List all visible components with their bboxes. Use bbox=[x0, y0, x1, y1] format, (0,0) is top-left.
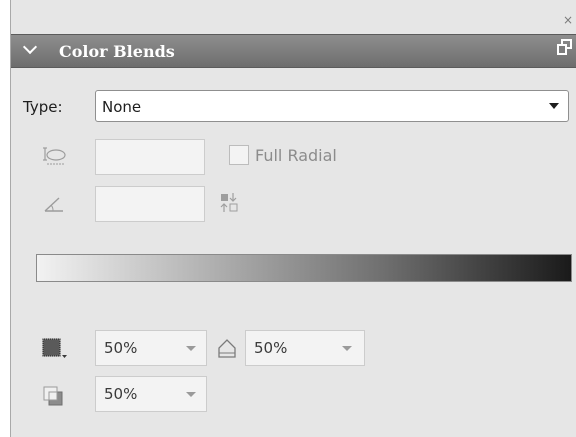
radial-size-icon bbox=[43, 147, 66, 165]
panel-title: Color Blends bbox=[59, 42, 175, 61]
fill-opacity-icon bbox=[42, 338, 67, 358]
chevron-down-icon[interactable] bbox=[186, 392, 196, 397]
type-select[interactable]: None bbox=[95, 90, 569, 122]
gradient-bar[interactable] bbox=[36, 254, 572, 282]
stroke-opacity-icon bbox=[218, 339, 236, 358]
panel-title-bar[interactable]: Color Blends bbox=[11, 34, 576, 68]
type-label: Type: bbox=[23, 98, 63, 116]
chevron-down-icon bbox=[549, 103, 559, 109]
shadow-opacity-combo[interactable]: 50% bbox=[95, 376, 207, 412]
color-blends-panel: × Color Blends Type: None Full Radial 50… bbox=[10, 0, 576, 437]
fill-opacity-combo[interactable]: 50% bbox=[95, 330, 207, 366]
full-radial-checkbox[interactable] bbox=[229, 145, 249, 165]
panel-top-strip: × bbox=[11, 0, 576, 34]
chevron-down-icon[interactable] bbox=[186, 346, 196, 351]
angle-field[interactable] bbox=[95, 186, 205, 222]
close-icon[interactable]: × bbox=[563, 13, 573, 27]
type-select-value: None bbox=[102, 98, 142, 116]
reverse-gradient-icon[interactable] bbox=[218, 191, 240, 217]
shadow-opacity-value: 50% bbox=[104, 385, 138, 403]
fill-opacity-value: 50% bbox=[104, 339, 138, 357]
full-radial-label: Full Radial bbox=[255, 146, 337, 165]
stroke-opacity-value: 50% bbox=[254, 339, 288, 357]
chevron-down-icon[interactable] bbox=[342, 346, 352, 351]
radial-size-field[interactable] bbox=[95, 139, 205, 175]
stroke-opacity-combo[interactable]: 50% bbox=[245, 330, 365, 366]
chevron-down-icon[interactable] bbox=[22, 39, 38, 55]
angle-icon bbox=[44, 197, 63, 212]
float-panel-icon[interactable] bbox=[557, 39, 573, 55]
shadow-opacity-icon bbox=[43, 386, 63, 406]
